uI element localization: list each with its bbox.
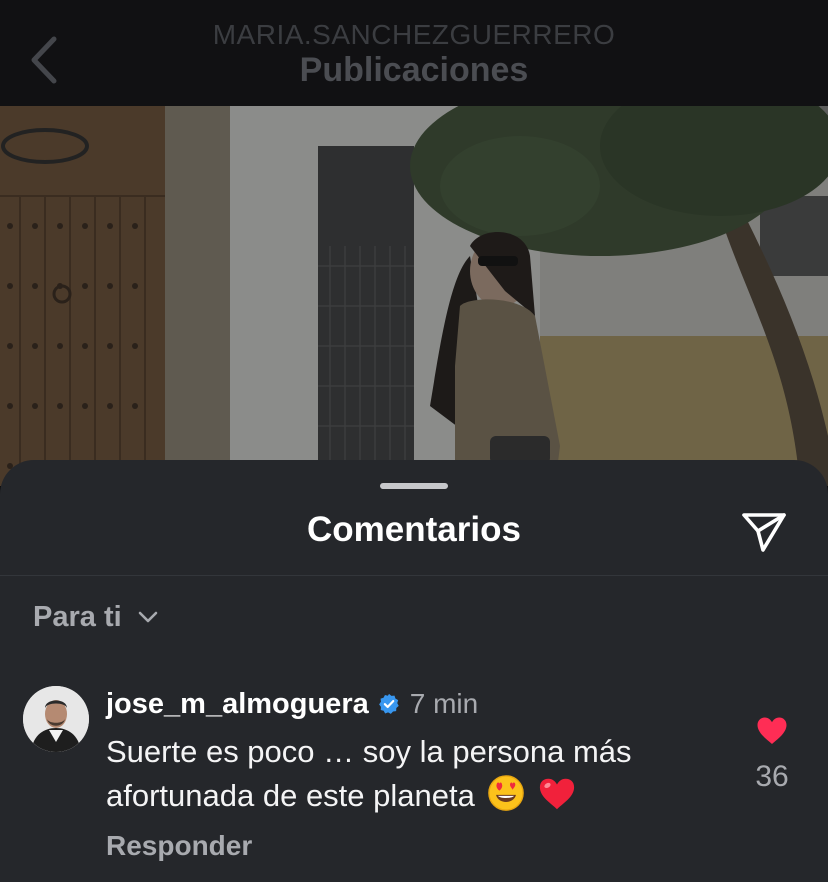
heart-filled-icon xyxy=(757,717,787,744)
comment-username[interactable]: jose_m_almoguera xyxy=(106,688,369,721)
sort-filter-dropdown[interactable]: Para ti xyxy=(33,597,158,637)
top-nav-bar: MARIA.SANCHEZGUERRERO Publicaciones xyxy=(0,0,828,106)
page-title: Publicaciones xyxy=(299,51,529,89)
like-button[interactable] xyxy=(752,712,792,748)
red-heart-icon xyxy=(538,776,576,824)
post-image xyxy=(0,106,828,486)
header-titles: MARIA.SANCHEZGUERRERO Publicaciones xyxy=(0,18,828,90)
sort-filter-label: Para ti xyxy=(33,600,122,633)
comment-item: jose_m_almoguera 7 min Suerte es poco … … xyxy=(0,680,828,880)
verified-badge-icon xyxy=(378,693,400,715)
paper-plane-icon xyxy=(742,513,786,552)
comment-timestamp: 7 min xyxy=(409,688,479,719)
share-button[interactable] xyxy=(738,508,790,556)
like-count: 36 xyxy=(755,760,789,793)
comments-sheet: Comentarios Para ti jose_m_almoguera 7 m… xyxy=(0,460,828,882)
reply-button[interactable]: Responder xyxy=(106,830,252,862)
sheet-title: Comentarios xyxy=(307,510,521,549)
comment-header: jose_m_almoguera 7 min xyxy=(106,684,478,724)
sheet-drag-handle[interactable] xyxy=(380,483,448,489)
divider xyxy=(0,575,828,576)
smiling-face-with-heart-eyes-icon xyxy=(487,774,525,824)
chevron-down-icon xyxy=(138,610,158,624)
avatar[interactable] xyxy=(23,686,89,752)
comment-body: Suerte es poco … soy la persona más afor… xyxy=(106,730,716,824)
profile-username: MARIA.SANCHEZGUERRERO xyxy=(212,19,616,50)
